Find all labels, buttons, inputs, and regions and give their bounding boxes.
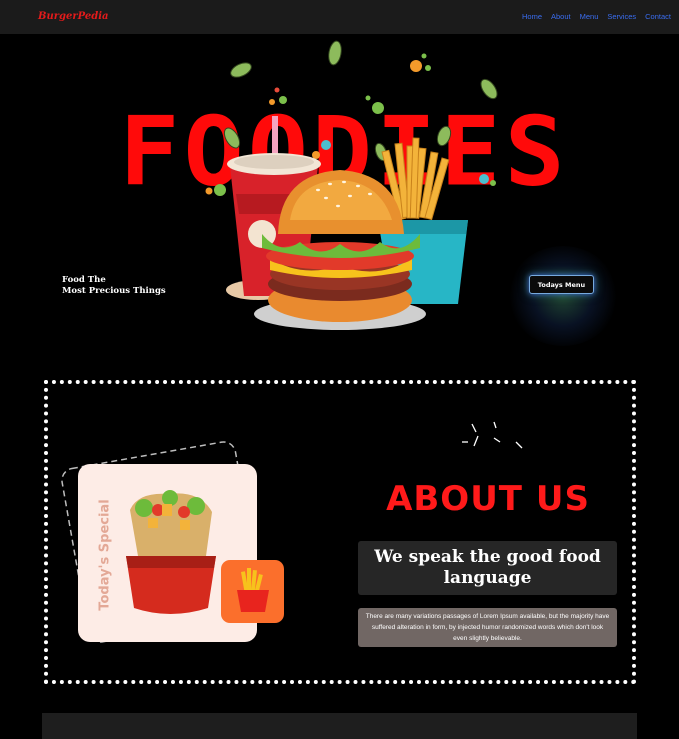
button-glow <box>508 246 618 346</box>
nav-link-about[interactable]: About <box>551 12 571 21</box>
about-section: Today's Special ABOUT US We speak the go… <box>44 380 636 684</box>
nav-menu: Home About Menu Services Contact <box>522 12 671 21</box>
fries-card <box>221 560 284 623</box>
nav-link-contact[interactable]: Contact <box>645 12 671 21</box>
fries-icon <box>237 568 269 612</box>
navbar: BurgerPedia Home About Menu Services Con… <box>0 0 679 34</box>
about-body-text: There are many variations passages of Lo… <box>358 608 617 647</box>
hero-section: FOODIES Food The Most Precious Things To… <box>0 34 679 354</box>
next-section <box>42 713 637 739</box>
todays-special-label: Today's Special <box>97 499 113 611</box>
nav-link-home[interactable]: Home <box>522 12 542 21</box>
todays-menu-button[interactable]: Todays Menu <box>529 275 594 294</box>
nav-link-services[interactable]: Services <box>607 12 636 21</box>
tagline-line-2: Most Precious Things <box>62 286 166 296</box>
tagline-line-1: Food The <box>62 275 106 285</box>
nav-link-menu[interactable]: Menu <box>580 12 599 21</box>
todays-special-text: Today's Special <box>97 499 113 611</box>
about-title: ABOUT US <box>386 479 590 519</box>
hero-tagline: Food The Most Precious Things <box>62 275 166 297</box>
about-subtitle: We speak the good food language <box>358 541 617 595</box>
sparkle-icon <box>462 421 523 449</box>
brand-logo[interactable]: BurgerPedia <box>38 11 109 22</box>
